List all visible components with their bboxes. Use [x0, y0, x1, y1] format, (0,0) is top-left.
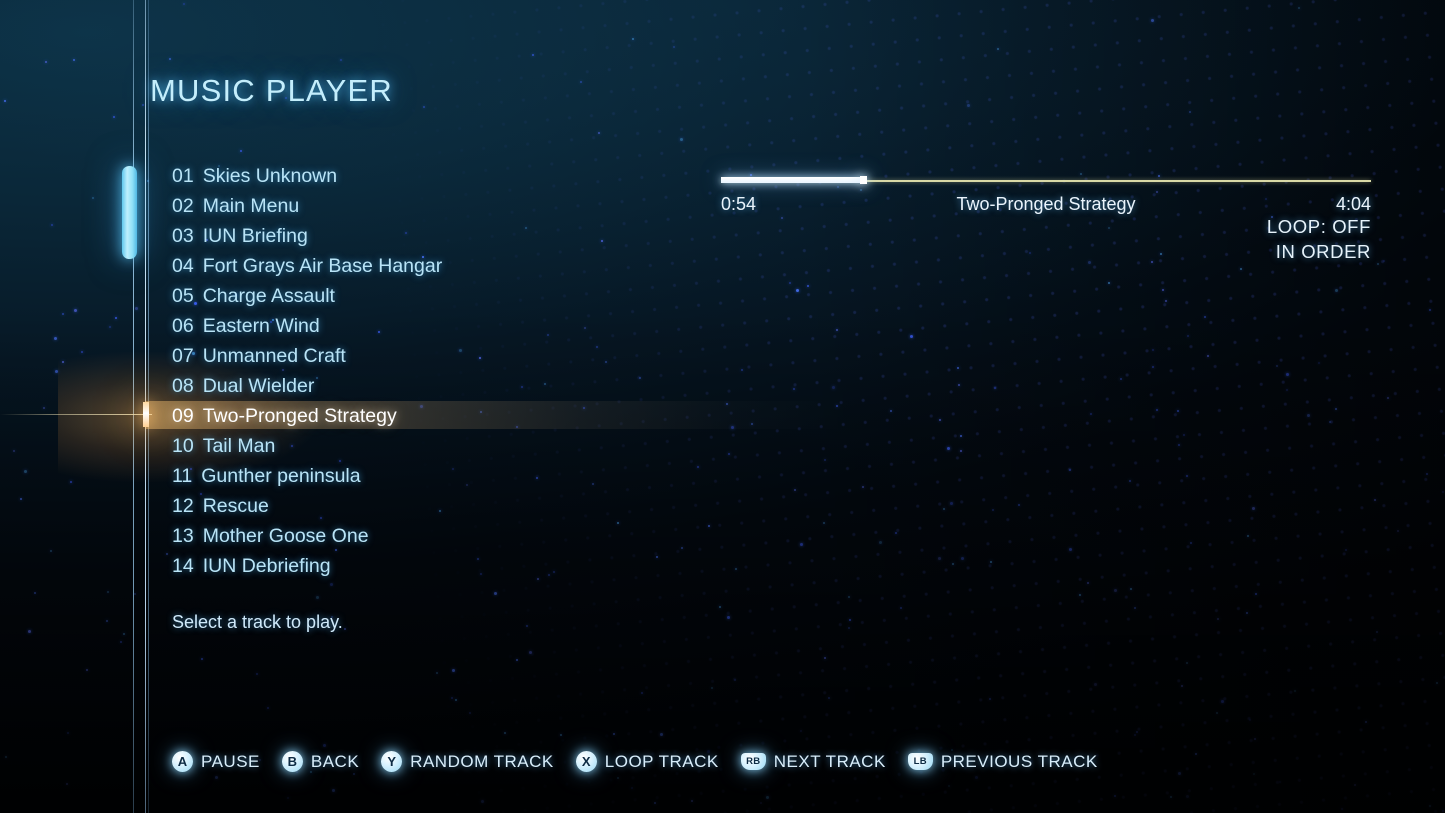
playlist-scrollbar-thumb[interactable]	[122, 166, 137, 259]
track-name: Dual Wielder	[202, 375, 315, 397]
track-row[interactable]: 08 Dual Wielder	[172, 371, 732, 401]
track-row[interactable]: 04 Fort Grays Air Base Hangar	[172, 251, 732, 281]
track-row[interactable]: 05 Charge Assault	[172, 281, 732, 311]
now-playing-title: Two-Pronged Strategy	[956, 194, 1136, 214]
track-number: 12	[172, 495, 194, 517]
loop-status: LOOP: OFF	[1266, 216, 1371, 237]
track-number: 09	[172, 405, 194, 427]
order-status: IN ORDER	[1275, 241, 1371, 262]
track-list: 01 Skies Unknown 02 Main Menu 03 IUN Briefing…	[172, 161, 732, 581]
track-number: 10	[172, 435, 194, 457]
button-lb-icon: LB	[907, 753, 933, 770]
track-name: IUN Debriefing	[202, 555, 331, 577]
track-row[interactable]: 12 Rescue	[172, 491, 732, 521]
left-rail-outer	[133, 0, 134, 813]
track-name: Rescue	[202, 495, 269, 517]
legend-item-rb[interactable]: RB NEXT TRACK	[740, 751, 886, 772]
legend-label: RANDOM TRACK	[410, 751, 554, 771]
track-name: Main Menu	[202, 195, 300, 217]
track-row[interactable]: 11 Gunther peninsula	[172, 461, 732, 491]
button-rb-icon: RB	[740, 753, 766, 770]
legend-item-a[interactable]: A PAUSE	[172, 751, 260, 772]
track-duration: 4:04	[1335, 194, 1371, 214]
progress-knob[interactable]	[860, 176, 867, 184]
progress-bar[interactable]	[721, 176, 1371, 185]
track-name: Two-Pronged Strategy	[202, 405, 397, 427]
track-name: Eastern Wind	[202, 315, 320, 337]
track-name: IUN Briefing	[202, 225, 308, 247]
track-row[interactable]: 10 Tail Man	[172, 431, 732, 461]
legend-item-b[interactable]: B BACK	[281, 751, 360, 772]
track-number: 11	[172, 465, 193, 487]
track-number: 03	[172, 225, 194, 247]
playlist-hint: Select a track to play.	[172, 612, 343, 632]
track-row[interactable]: 01 Skies Unknown	[172, 161, 732, 191]
track-number: 13	[172, 525, 194, 547]
legend-item-x[interactable]: X LOOP TRACK	[575, 751, 719, 772]
progress-fill	[721, 177, 864, 183]
track-name: Unmanned Craft	[202, 345, 346, 367]
track-name: Charge Assault	[202, 285, 335, 307]
legend-item-y[interactable]: Y RANDOM TRACK	[381, 751, 554, 772]
track-number: 02	[172, 195, 194, 217]
legend-label: LOOP TRACK	[604, 751, 719, 771]
selection-leader-line	[0, 414, 152, 415]
button-legend: A PAUSE B BACK Y RANDOM TRACK X LOOP TRACK RB NEX…	[172, 751, 1098, 772]
track-name: Mother Goose One	[202, 525, 369, 547]
track-number: 06	[172, 315, 194, 337]
legend-item-lb[interactable]: LB PREVIOUS TRACK	[907, 751, 1098, 772]
track-name: Fort Grays Air Base Hangar	[202, 255, 443, 277]
legend-label: PAUSE	[201, 751, 260, 771]
button-b-icon: B	[281, 751, 303, 772]
track-number: 05	[172, 285, 194, 307]
track-number: 07	[172, 345, 194, 367]
track-number: 14	[172, 555, 194, 577]
music-player-screen: MUSIC PLAYER 01 Skies Unknown 02 Main Menu 0…	[0, 0, 1445, 813]
track-row[interactable]: 07 Unmanned Craft	[172, 341, 732, 371]
track-number: 08	[172, 375, 194, 397]
track-row[interactable]: 06 Eastern Wind	[172, 311, 732, 341]
legend-label: NEXT TRACK	[773, 751, 886, 771]
button-a-icon: A	[172, 751, 193, 772]
page-title: MUSIC PLAYER	[150, 73, 393, 108]
current-time: 0:54	[721, 194, 757, 214]
track-row[interactable]: 03 IUN Briefing	[172, 221, 732, 251]
track-row[interactable]: 09 Two-Pronged Strategy	[172, 401, 732, 431]
track-name: Gunther peninsula	[201, 465, 361, 487]
track-number: 04	[172, 255, 194, 277]
track-row[interactable]: 02 Main Menu	[172, 191, 732, 221]
track-name: Tail Man	[202, 435, 276, 457]
legend-label: PREVIOUS TRACK	[940, 751, 1098, 771]
playback-status: LOOP: OFF IN ORDER	[971, 214, 1371, 264]
track-name: Skies Unknown	[202, 165, 338, 187]
track-number: 01	[172, 165, 194, 187]
button-x-icon: X	[575, 751, 597, 772]
track-row[interactable]: 14 IUN Debriefing	[172, 551, 732, 581]
track-row[interactable]: 13 Mother Goose One	[172, 521, 732, 551]
selection-marker	[143, 402, 149, 427]
now-playing-panel: 0:54 Two-Pronged Strategy 4:04	[721, 176, 1371, 218]
button-y-icon: Y	[381, 751, 403, 772]
legend-label: BACK	[310, 751, 360, 771]
